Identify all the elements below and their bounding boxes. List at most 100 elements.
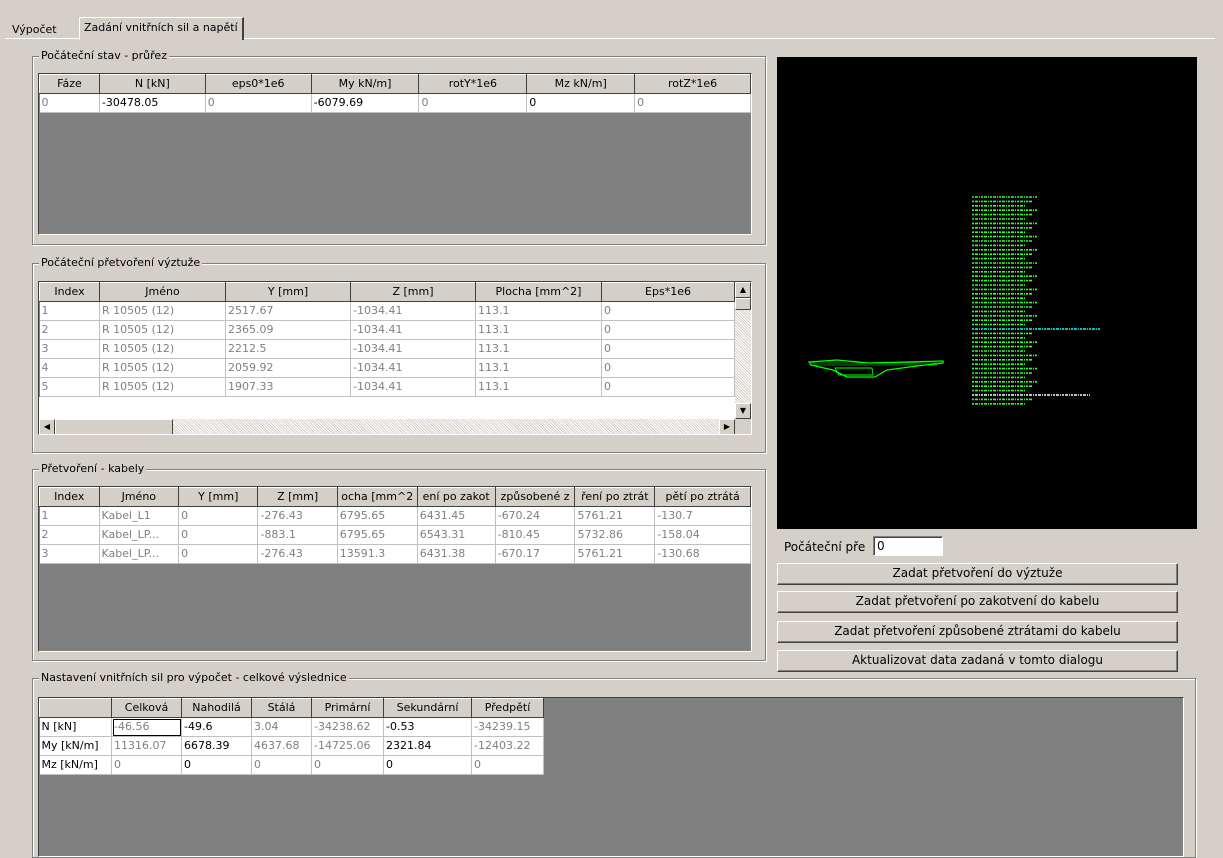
- cables-cell[interactable]: 6431.45: [417, 506, 496, 526]
- reinforcement-row[interactable]: 1R 10505 (12) 2517.67 -1034.41 113.1 0: [39, 301, 735, 321]
- reinforcement-vscroll-thumb[interactable]: [735, 298, 751, 310]
- forces-cell[interactable]: 11316.07: [111, 736, 182, 756]
- forces-cell[interactable]: 3.04: [251, 717, 312, 737]
- cables-cell[interactable]: 1: [39, 506, 100, 526]
- forces-row-header[interactable]: My [kN/m]: [39, 736, 112, 756]
- cables-cell[interactable]: 6795.65: [337, 506, 418, 526]
- reinforcement-cell[interactable]: 0: [601, 339, 735, 359]
- cables-cell[interactable]: 6431.38: [417, 544, 496, 564]
- initial_state-column-header[interactable]: N [kN]: [98, 74, 206, 94]
- forces-cell[interactable]: -34239.15: [471, 717, 544, 737]
- reinforcement-cell[interactable]: 1907.33: [225, 377, 351, 397]
- cables-cell[interactable]: 3: [39, 544, 100, 564]
- forces-cell[interactable]: 0: [251, 755, 312, 775]
- scroll-right-icon[interactable]: ▶: [719, 419, 735, 434]
- cables-cell[interactable]: 6543.31: [417, 525, 496, 545]
- forces-cell[interactable]: 0: [471, 755, 544, 775]
- cables-column-header[interactable]: pětí po ztrátá: [654, 487, 751, 507]
- cables-row[interactable]: 3 Kabel_LP... 0 -276.43 13591.3 6431.38 -670.1…: [39, 544, 751, 564]
- forces-cell[interactable]: -49.6: [181, 717, 252, 737]
- forces-cell[interactable]: -34238.62: [311, 717, 384, 737]
- initial_state-cell[interactable]: 0: [205, 93, 312, 113]
- reinforcement-cell[interactable]: 0: [601, 358, 735, 378]
- forces-cell[interactable]: 0: [311, 755, 384, 775]
- reinforcement-cell[interactable]: R 10505 (12): [99, 339, 226, 359]
- forces-cell[interactable]: -46.56: [111, 717, 182, 737]
- initial_state-column-header[interactable]: My kN/m]: [310, 74, 420, 94]
- forces-cell[interactable]: 6678.39: [181, 736, 252, 756]
- reinforcement-column-header[interactable]: Eps*1e6: [601, 282, 735, 302]
- cables-cell[interactable]: -158.04: [654, 525, 751, 545]
- cables-column-header[interactable]: Jméno: [98, 487, 180, 507]
- cables-column-header[interactable]: ření po ztrát: [574, 487, 656, 507]
- cables-cell[interactable]: -276.43: [257, 506, 338, 526]
- initial_state-column-header[interactable]: rotZ*1e6: [634, 74, 751, 94]
- reinforcement-cell[interactable]: -1034.41: [350, 320, 476, 340]
- cables-cell[interactable]: 5732.86: [574, 525, 656, 545]
- reinforcement-cell[interactable]: R 10505 (12): [99, 358, 226, 378]
- reinforcement-cell[interactable]: 0: [601, 377, 735, 397]
- reinforcement-row[interactable]: 2R 10505 (12) 2365.09 -1034.41 113.1 0: [39, 320, 735, 340]
- reinforcement-cell[interactable]: 3: [39, 339, 100, 359]
- set-reinforcement-strain-button[interactable]: Zadat přetvoření do výztuže: [777, 563, 1178, 585]
- cables-cell[interactable]: -883.1: [257, 525, 338, 545]
- initial_state-column-header[interactable]: Fáze: [39, 74, 100, 94]
- initial_state-cell[interactable]: -6079.69: [311, 93, 420, 113]
- forces-row-header[interactable]: N [kN]: [39, 717, 112, 737]
- set-loss-strain-button[interactable]: Zadat přetvoření způsobené ztrátami do k…: [777, 621, 1178, 643]
- reinforcement-column-header[interactable]: Plocha [mm^2]: [475, 282, 602, 302]
- forces-cell[interactable]: 0: [181, 755, 252, 775]
- cables-column-header[interactable]: ocha [mm^2: [336, 487, 418, 507]
- cables-cell[interactable]: -670.24: [495, 506, 576, 526]
- reinforcement-cell[interactable]: 2059.92: [225, 358, 351, 378]
- forces-cell[interactable]: 4637.68: [251, 736, 312, 756]
- forces-column-header[interactable]: Nahodilá: [181, 698, 252, 718]
- reinforcement-cell[interactable]: 2212.5: [225, 339, 351, 359]
- cables-column-header[interactable]: Y [mm]: [178, 487, 259, 507]
- forces-cell[interactable]: -0.53: [383, 717, 472, 737]
- initial_state-cell[interactable]: 0: [634, 93, 751, 113]
- forces-column-header[interactable]: Předpětí: [471, 698, 544, 718]
- forces-column-header[interactable]: Primární: [311, 698, 384, 718]
- cables-cell[interactable]: 5761.21: [574, 544, 656, 564]
- reinforcement-cell[interactable]: -1034.41: [350, 301, 476, 321]
- cables-column-header[interactable]: ení po zakot: [416, 487, 496, 507]
- reinforcement-column-header[interactable]: Jméno: [99, 282, 226, 302]
- cables-cell[interactable]: -670.17: [495, 544, 576, 564]
- cables-cell[interactable]: -810.45: [495, 525, 576, 545]
- reinforcement-cell[interactable]: -1034.41: [350, 339, 476, 359]
- cables-column-header[interactable]: Z [mm]: [257, 487, 338, 507]
- forces-row-header[interactable]: Mz [kN/m]: [39, 755, 112, 775]
- cables-cell[interactable]: 13591.3: [337, 544, 418, 564]
- reinforcement-cell[interactable]: -1034.41: [350, 377, 476, 397]
- reinforcement-cell[interactable]: R 10505 (12): [99, 301, 226, 321]
- reinforcement-cell[interactable]: 113.1: [475, 358, 602, 378]
- initial_state-cell[interactable]: 0: [39, 93, 100, 113]
- reinforcement-cell[interactable]: 0: [601, 301, 735, 321]
- forces-cell[interactable]: 0: [111, 755, 182, 775]
- set-anchorage-strain-button[interactable]: Zadat přetvoření po zakotvení do kabelu: [777, 591, 1178, 613]
- initial_state-cell[interactable]: 0: [526, 93, 636, 113]
- reinforcement-row[interactable]: 4R 10505 (12) 2059.92 -1034.41 113.1 0: [39, 358, 735, 378]
- reinforcement-hscroll[interactable]: ◀ ▶: [39, 419, 735, 434]
- forces-cell[interactable]: -12403.22: [471, 736, 544, 756]
- cables-cell[interactable]: Kabel_L1: [99, 506, 180, 526]
- initial_state-column-header[interactable]: rotY*1e6: [418, 74, 528, 94]
- forces-row[interactable]: N [kN] -46.56 -49.6 3.04 -34238.62 -0.53 -3423…: [39, 717, 544, 737]
- reinforcement-cell[interactable]: 5: [39, 377, 100, 397]
- cables-cell[interactable]: Kabel_LP...: [99, 544, 180, 564]
- forces-column-header[interactable]: Stálá: [251, 698, 312, 718]
- cables-column-header[interactable]: způsobené z: [494, 487, 576, 507]
- forces-column-header[interactable]: [39, 698, 112, 718]
- reinforcement-grid[interactable]: Index Jméno Y [mm] Z [mm] Plocha [mm^2] Eps*1…: [38, 281, 752, 435]
- scroll-up-icon[interactable]: ▲: [735, 282, 751, 298]
- reinforcement-cell[interactable]: 113.1: [475, 301, 602, 321]
- forces-grid[interactable]: Celková Nahodilá Stálá Primární Sekundární Př…: [38, 697, 1184, 857]
- reinforcement-cell[interactable]: 2517.67: [225, 301, 351, 321]
- reinforcement-vscroll[interactable]: ▲ ▼: [735, 282, 751, 419]
- forces-row[interactable]: My [kN/m] 11316.07 6678.39 4637.68 -14725.06…: [39, 736, 544, 756]
- forces-cell[interactable]: -14725.06: [311, 736, 384, 756]
- reinforcement-cell[interactable]: 2365.09: [225, 320, 351, 340]
- cables-column-header[interactable]: Index: [39, 487, 100, 507]
- tab-zadani-vnitrnich-sil[interactable]: Zadání vnitřních sil a napětí: [79, 17, 244, 40]
